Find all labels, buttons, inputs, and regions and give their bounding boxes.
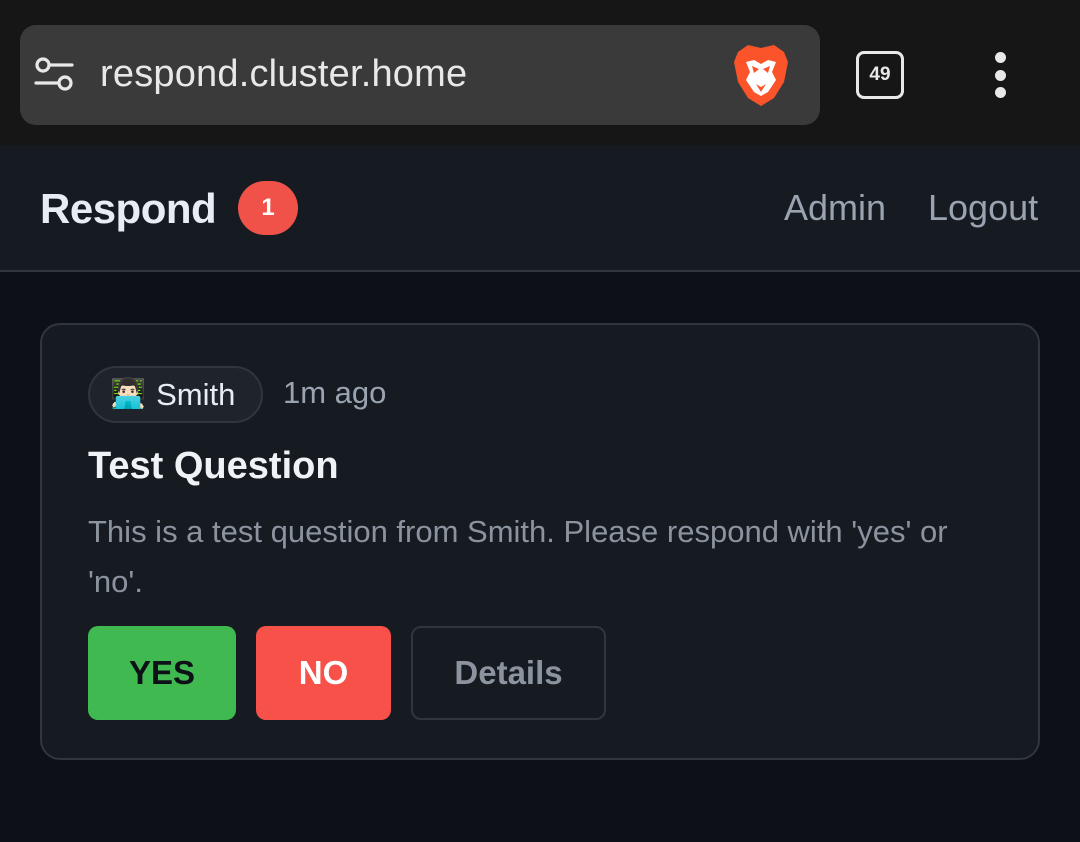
sender-chip: 👨🏻‍💻 Smith [88, 366, 263, 423]
browser-toolbar: respond.cluster.home 49 [0, 0, 1080, 145]
tab-count: 49 [869, 64, 891, 85]
notification-count-badge: 1 [238, 181, 298, 235]
tune-icon[interactable] [34, 56, 74, 92]
app-brand[interactable]: Respond [40, 185, 217, 233]
nav-admin-link[interactable]: Admin [784, 187, 886, 229]
more-vert-icon[interactable] [982, 48, 1018, 102]
url-text[interactable]: respond.cluster.home [100, 53, 467, 96]
no-button[interactable]: NO [256, 626, 391, 720]
details-button[interactable]: Details [411, 626, 606, 720]
question-card: 👨🏻‍💻 Smith 1m ago Test Question This is … [40, 323, 1040, 760]
menu-dot [994, 69, 1006, 81]
app-header: Respond 1 Admin Logout [0, 145, 1080, 272]
timestamp: 1m ago [283, 375, 387, 410]
sender-name: Smith [156, 376, 236, 412]
question-body: This is a test question from Smith. Plea… [88, 514, 948, 599]
menu-dot [994, 87, 1006, 98]
brave-lion-icon[interactable] [732, 42, 790, 108]
nav-logout-link[interactable]: Logout [928, 187, 1038, 229]
question-title: Test Question [88, 445, 339, 487]
tab-switcher-button[interactable]: 49 [856, 51, 904, 99]
yes-button[interactable]: YES [88, 626, 236, 720]
menu-dot [994, 52, 1006, 63]
avatar: 👨🏻‍💻 [110, 378, 147, 410]
